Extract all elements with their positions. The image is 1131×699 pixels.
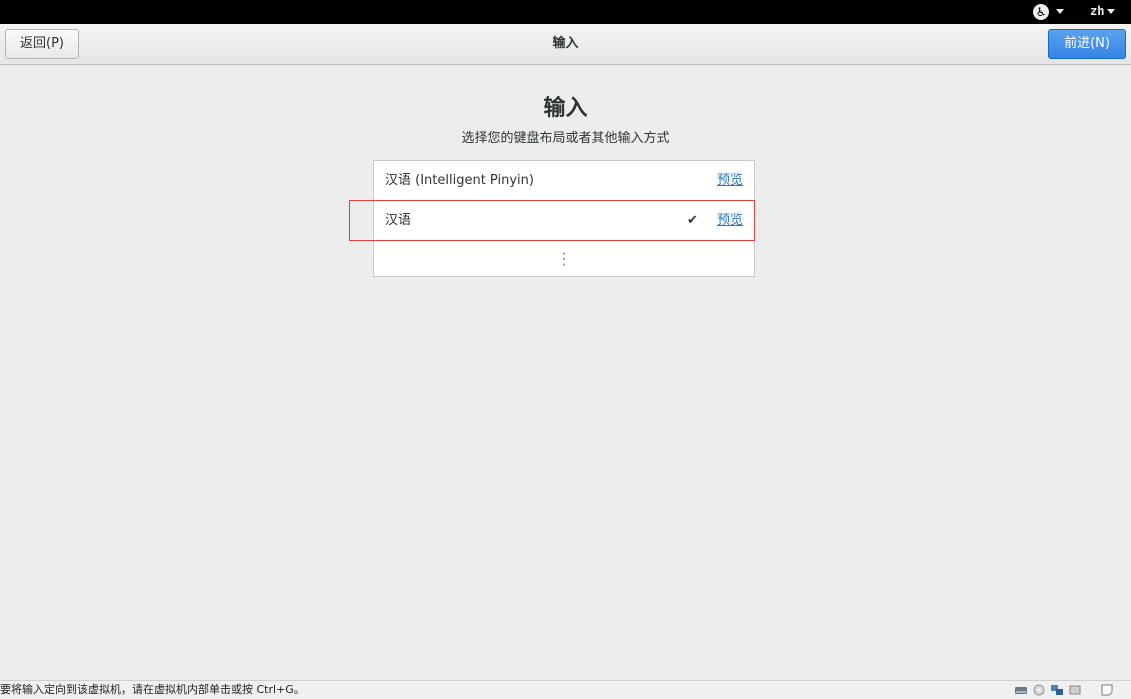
preview-link[interactable]: 预览: [717, 201, 743, 240]
input-method-name: 汉语 (Intelligent Pinyin): [385, 173, 534, 188]
status-message: 要将输入定向到该虚拟机，请在虚拟机内部单击或按 Ctrl+G。: [0, 683, 305, 696]
page-title: 输入: [543, 96, 588, 121]
top-bar: ♿ zh: [0, 0, 1131, 24]
page-subtitle: 选择您的键盘布局或者其他输入方式: [461, 131, 670, 146]
status-bar: 要将输入定向到该虚拟机，请在虚拟机内部单击或按 Ctrl+G。: [0, 680, 1131, 699]
input-method-row[interactable]: 汉语 ✔ 预览: [374, 201, 754, 241]
preview-link[interactable]: 预览: [717, 161, 743, 200]
language-dropdown-icon[interactable]: [1107, 9, 1115, 14]
input-method-name: 汉语: [385, 213, 412, 228]
header-bar: 输入 返回(P) 前进(N): [0, 24, 1131, 65]
usb-device-icon[interactable]: [1068, 684, 1082, 696]
hard-disk-icon[interactable]: [1014, 684, 1028, 696]
input-method-row[interactable]: 汉语 (Intelligent Pinyin) 预览: [374, 161, 754, 201]
accessibility-icon[interactable]: ♿: [1033, 4, 1049, 20]
header-title: 输入: [552, 36, 579, 51]
language-indicator[interactable]: zh: [1090, 4, 1104, 18]
back-button[interactable]: 返回(P): [5, 29, 79, 59]
accessibility-dropdown-icon[interactable]: [1056, 9, 1064, 14]
message-log-icon[interactable]: [1100, 684, 1114, 696]
cd-drive-icon[interactable]: [1032, 684, 1046, 696]
input-method-list: 汉语 (Intelligent Pinyin) 预览 汉语 ✔ 预览 ⋮: [373, 160, 755, 277]
next-button[interactable]: 前进(N): [1048, 29, 1126, 59]
checkmark-icon: ✔: [687, 213, 698, 228]
more-options-icon[interactable]: ⋮: [374, 241, 754, 276]
network-icon[interactable]: [1050, 684, 1064, 696]
